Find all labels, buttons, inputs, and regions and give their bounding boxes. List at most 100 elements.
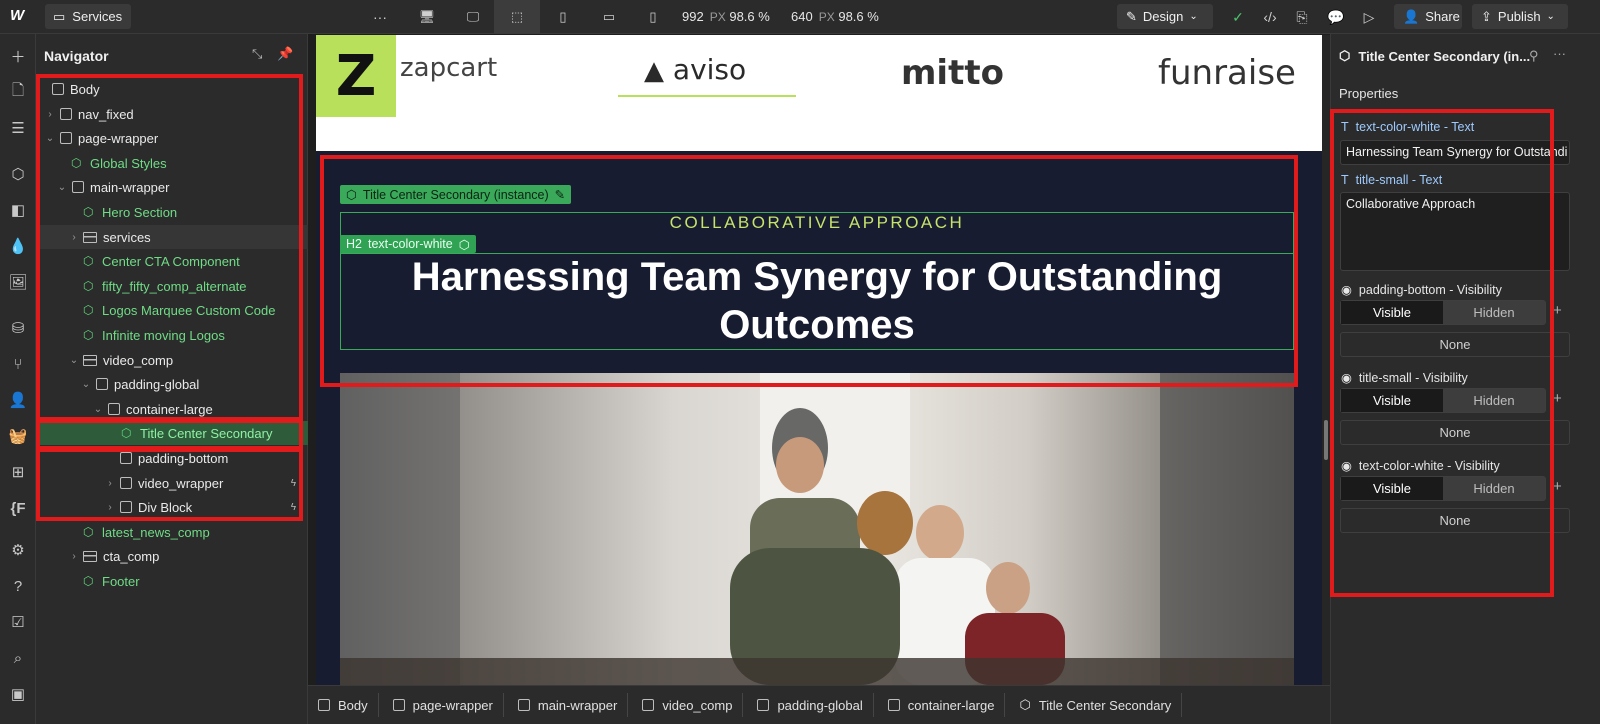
- ecommerce-icon[interactable]: 🧺: [6, 424, 30, 448]
- aviso-mark-icon: ▲: [644, 56, 664, 86]
- page-icon: ▭: [53, 8, 66, 24]
- add-elements-icon[interactable]: ＋: [6, 44, 30, 68]
- comments-icon[interactable]: 💬: [1325, 6, 1347, 28]
- canvas-width-readout[interactable]: 992 PX 98.6 %: [682, 9, 770, 24]
- cms-icon[interactable]: ⛁: [6, 316, 30, 340]
- tablet-landscape-breakpoint-icon[interactable]: ⬚: [494, 0, 540, 34]
- component-icon: ⬡: [1019, 697, 1031, 712]
- webflow-logo-icon[interactable]: W: [10, 7, 30, 27]
- components-icon[interactable]: ⬡: [6, 162, 30, 186]
- code-icon[interactable]: ‹/›: [1259, 6, 1281, 28]
- annotation-highlight: [36, 448, 303, 521]
- breadcrumb-label: padding-global: [777, 697, 863, 713]
- video-tutorial-icon[interactable]: ▣: [6, 682, 30, 706]
- status-check-icon[interactable]: ✓: [1227, 6, 1249, 28]
- breadcrumb-item-padding-global[interactable]: padding-global: [757, 693, 874, 717]
- help-icon[interactable]: ?: [6, 574, 30, 598]
- tree-item-latest-news[interactable]: ⬡ latest_news_comp: [36, 520, 308, 544]
- assets-icon[interactable]: 🖼: [6, 270, 30, 294]
- breadcrumb-item-container-large[interactable]: container-large: [887, 693, 1006, 717]
- element-box-icon: [887, 699, 900, 711]
- users-icon[interactable]: 👤: [6, 388, 30, 412]
- tree-item-cta-comp[interactable]: › cta_comp: [36, 544, 308, 568]
- chevron-down-icon: ⌄: [1189, 11, 1198, 22]
- team-video[interactable]: [340, 373, 1294, 685]
- logo-mitto: mitto: [901, 53, 1004, 93]
- element-box-icon: [517, 699, 530, 711]
- breadcrumb-label: video_comp: [662, 697, 733, 713]
- pages-button[interactable]: ▭ Services: [45, 4, 131, 29]
- add-binding-icon[interactable]: +: [1553, 390, 1562, 407]
- width-value: 992: [682, 9, 704, 24]
- edit-component-icon[interactable]: ⚲: [1529, 48, 1539, 64]
- section-icon: [83, 550, 97, 562]
- element-box-icon: [642, 699, 655, 711]
- tree-item-label: latest_news_comp: [102, 524, 210, 540]
- add-binding-icon[interactable]: +: [1553, 302, 1562, 319]
- height-zoom: 98.6 %: [838, 9, 879, 24]
- breadcrumb-item-body[interactable]: Body: [318, 693, 379, 717]
- navigator-icon[interactable]: ☰: [6, 116, 30, 140]
- more-options-icon[interactable]: ···: [1553, 46, 1566, 61]
- canvas-scroll-thumb[interactable]: [1324, 420, 1328, 460]
- element-box-icon: [318, 699, 330, 711]
- breadcrumb-label: Title Center Secondary: [1038, 697, 1172, 713]
- breadcrumb-item-video-comp[interactable]: video_comp: [642, 693, 744, 717]
- share-label: Share: [1425, 9, 1460, 24]
- logo-zapcart: zapcart: [400, 53, 498, 83]
- tree-item-label: Footer: [102, 573, 140, 589]
- annotation-highlight: [1330, 109, 1554, 597]
- breadcrumb-item-page-wrapper[interactable]: page-wrapper: [392, 693, 504, 717]
- logic-icon[interactable]: ⑂: [6, 352, 30, 376]
- desktop-large-breakpoint-icon[interactable]: 🖥: [404, 0, 450, 34]
- breadcrumb-item-main-wrapper[interactable]: main-wrapper: [517, 693, 629, 717]
- chevron-right-icon[interactable]: ›: [68, 551, 80, 562]
- zapcart-logo-badge: Z: [316, 35, 396, 117]
- top-toolbar: W ▭ Services ··· 🖥 🖵 ⬚ ▯ ▭ ▯ 992 PX 98.6 …: [0, 0, 1600, 34]
- component-icon: ⬡: [1339, 48, 1351, 63]
- logo-aviso-text: aviso: [672, 53, 747, 86]
- properties-heading: Properties: [1339, 86, 1399, 101]
- share-button[interactable]: 👤 Share: [1394, 4, 1462, 29]
- preview-play-icon[interactable]: ▷: [1358, 6, 1380, 28]
- settings-gear-icon[interactable]: ⚙: [6, 538, 30, 562]
- more-options-icon[interactable]: ···: [369, 6, 391, 28]
- collapse-all-icon[interactable]: ⤡: [252, 46, 262, 62]
- variables-icon[interactable]: 💧: [6, 234, 30, 258]
- apps-icon[interactable]: ⊞: [6, 460, 30, 484]
- user-icon: 👤: [1403, 8, 1420, 24]
- navigator-title: Navigator: [44, 48, 109, 64]
- component-title-label: Title Center Secondary (in...: [1358, 48, 1531, 64]
- canvas-scrollbar[interactable]: [1322, 35, 1330, 685]
- add-binding-icon[interactable]: +: [1553, 478, 1562, 495]
- breadcrumb-item-title-center-secondary[interactable]: ⬡ Title Center Secondary: [1019, 693, 1183, 717]
- pages-icon[interactable]: 🗋: [6, 80, 30, 104]
- export-icon[interactable]: ⎘: [1291, 6, 1313, 28]
- tree-item-footer[interactable]: ⬡ Footer: [36, 569, 308, 593]
- mobile-landscape-breakpoint-icon[interactable]: ▭: [586, 0, 632, 34]
- element-box-icon: [757, 699, 770, 711]
- audit-check-icon[interactable]: ☑: [6, 610, 30, 634]
- search-icon[interactable]: ⌕: [6, 646, 30, 670]
- element-box-icon: [392, 699, 405, 711]
- current-page-label: Services: [72, 9, 123, 24]
- breadcrumb-label: main-wrapper: [537, 697, 618, 713]
- breadcrumb: Body page-wrapper main-wrapper video_com…: [308, 685, 1330, 724]
- style-selectors-icon[interactable]: ◧: [6, 198, 30, 222]
- fonts-icon[interactable]: {F: [6, 496, 30, 520]
- design-label: Design: [1142, 9, 1184, 24]
- logo-funraise: funraise: [1158, 53, 1296, 93]
- pin-icon[interactable]: 📌: [277, 46, 293, 62]
- canvas-height-readout[interactable]: 640 PX 98.6 %: [791, 9, 879, 24]
- annotation-highlight: [36, 74, 303, 421]
- mobile-breakpoint-icon[interactable]: ▯: [630, 0, 676, 34]
- breadcrumb-label: page-wrapper: [412, 697, 493, 713]
- chevron-down-icon: ⌄: [1546, 11, 1555, 22]
- team-photo: [340, 373, 1294, 685]
- design-mode-button[interactable]: ✎ Design ⌄: [1117, 4, 1213, 29]
- publish-button[interactable]: ⇪ Publish ⌄: [1472, 4, 1568, 29]
- breadcrumb-label: Body: [338, 697, 368, 713]
- tablet-breakpoint-icon[interactable]: ▯: [540, 0, 586, 34]
- logo-underline: [618, 95, 796, 97]
- desktop-breakpoint-icon[interactable]: 🖵: [450, 0, 496, 34]
